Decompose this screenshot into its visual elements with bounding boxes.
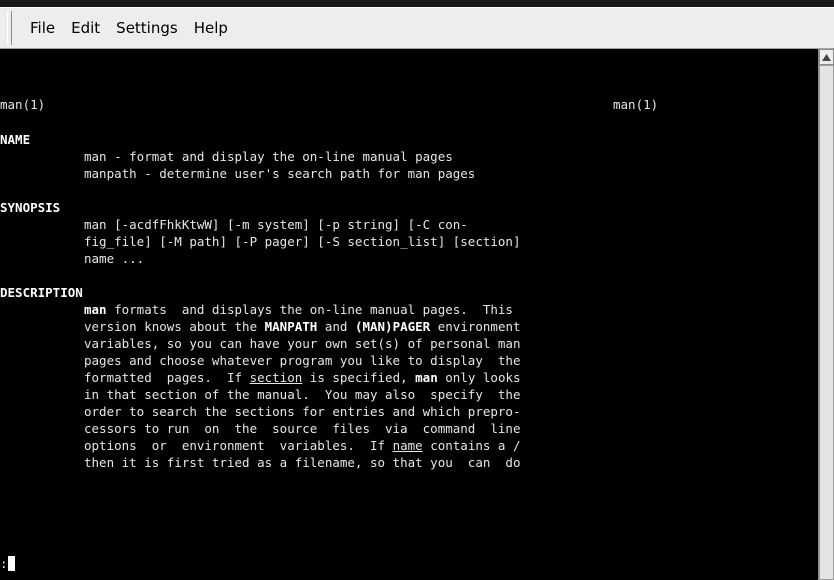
menu-edit[interactable]: Edit	[63, 14, 108, 42]
text-span: version knows about the	[84, 319, 265, 334]
section-heading-name: NAME	[0, 132, 31, 147]
text-span: is specified,	[302, 370, 416, 385]
name-line: man - format and display the on-line man…	[84, 149, 453, 164]
text-span: options or environment variables. If	[84, 438, 393, 453]
text-span: formats and displays the on-line manual …	[106, 302, 513, 317]
description-line: man formats and displays the on-line man…	[84, 301, 513, 318]
scrollbar-thumb[interactable]	[819, 65, 834, 580]
description-line: then it is first tried as a filename, so…	[84, 455, 521, 470]
scroll-up-arrow-icon[interactable]	[819, 49, 834, 65]
vertical-scrollbar[interactable]	[818, 49, 834, 580]
section-heading-synopsis: SYNOPSIS	[0, 200, 61, 215]
description-line: pages and choose whatever program you li…	[84, 353, 521, 368]
section-heading-description: DESCRIPTION	[0, 285, 83, 300]
synopsis-line: man [-acdfFhkKtwW] [-m system] [-p strin…	[84, 217, 468, 232]
synopsis-line: fig_file] [-M path] [-P pager] [-S secti…	[84, 234, 521, 249]
man-header-left: man(1)	[0, 97, 46, 112]
underlined-name: name	[392, 438, 423, 453]
text-span: environment	[430, 319, 521, 334]
text-span: and	[317, 319, 355, 334]
menu-file[interactable]: File	[22, 14, 63, 42]
menu-help[interactable]: Help	[186, 14, 236, 42]
text-span: formatted pages. If	[84, 370, 250, 385]
description-line: in that section of the manual. You may a…	[84, 387, 521, 402]
text-span: only looks	[437, 370, 521, 385]
description-line: formatted pages. If section is specified…	[84, 369, 521, 386]
text-cursor	[7, 556, 15, 571]
terminal-output[interactable]: man(1) man(1) NAME man - format and disp…	[0, 49, 818, 580]
bold-manpager: (MAN)PAGER	[354, 319, 431, 334]
description-line: variables, so you can have your own set(…	[84, 336, 521, 351]
terminal-window: File Edit Settings Help man(1) man(1) NA…	[0, 0, 834, 580]
description-line: cessors to run on the source files via c…	[84, 421, 521, 436]
pager-prompt[interactable]: :	[0, 555, 15, 572]
bold-man: man	[415, 370, 438, 385]
menubar-grip-handle[interactable]	[7, 11, 12, 45]
title-bar-edge	[0, 0, 834, 7]
description-line: version knows about the MANPATH and (MAN…	[84, 318, 521, 335]
bold-man: man	[84, 302, 107, 317]
underlined-section: section	[249, 370, 303, 385]
text-span: contains a /	[422, 438, 521, 453]
menu-settings[interactable]: Settings	[108, 14, 186, 42]
bold-manpath: MANPATH	[264, 319, 318, 334]
prompt-colon: :	[0, 556, 8, 571]
description-line: options or environment variables. If nam…	[84, 437, 521, 454]
description-line: order to search the sections for entries…	[84, 404, 521, 419]
synopsis-line: name ...	[84, 251, 145, 266]
name-line: manpath - determine user's search path f…	[84, 166, 476, 181]
man-header-right: man(1)	[613, 97, 659, 112]
menubar: File Edit Settings Help	[0, 7, 834, 49]
